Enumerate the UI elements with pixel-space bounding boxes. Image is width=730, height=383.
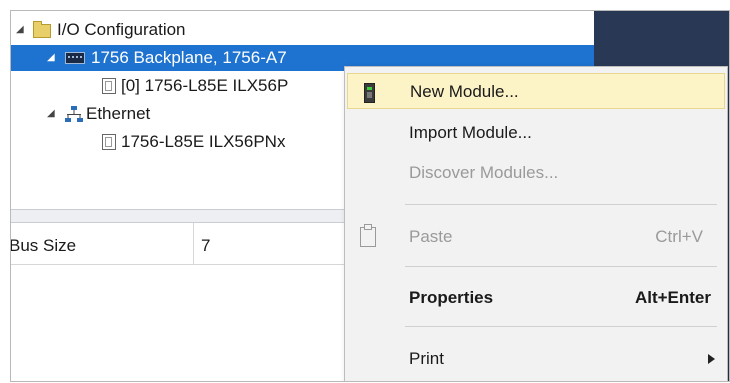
menu-item-label: Discover Modules... xyxy=(409,163,559,182)
menu-item-print[interactable]: Print xyxy=(347,341,725,377)
menu-item-shortcut: Alt+Enter xyxy=(634,288,711,307)
context-menu: New Module... Import Module... Discover … xyxy=(344,66,728,381)
menu-item-shortcut: Ctrl+V xyxy=(655,227,703,246)
menu-separator xyxy=(405,326,717,327)
tree-node-label: [0] 1756-L85E ILX56P xyxy=(121,76,289,95)
menu-item-label: Import Module... xyxy=(409,123,532,142)
expanded-triangle-icon[interactable]: ◢ xyxy=(47,45,55,71)
new-module-icon xyxy=(364,83,375,103)
menu-separator xyxy=(405,204,717,205)
menu-item-label: Print xyxy=(409,349,444,368)
menu-item-paste[interactable]: Paste Ctrl+V xyxy=(347,219,725,255)
tree-node-label: I/O Configuration xyxy=(57,20,186,39)
menu-separator xyxy=(405,266,717,267)
backplane-icon xyxy=(65,52,85,64)
property-value-bus-size[interactable]: 7 xyxy=(201,228,210,264)
folder-icon xyxy=(33,21,51,38)
paste-icon xyxy=(360,224,376,247)
menu-item-discover-modules[interactable]: Discover Modules... xyxy=(347,155,725,191)
tree-node-label: 1756 Backplane, 1756-A7 xyxy=(91,48,287,67)
ethernet-network-icon xyxy=(65,106,83,122)
menu-item-label: Paste xyxy=(409,227,453,246)
menu-item-properties[interactable]: Properties Alt+Enter xyxy=(347,280,725,316)
expanded-triangle-icon[interactable]: ◢ xyxy=(16,17,24,43)
tree-node-label: Ethernet xyxy=(86,104,151,123)
menu-item-label: New Module... xyxy=(410,82,519,101)
tree-node-io-configuration[interactable]: ◢ I/O Configuration xyxy=(11,17,594,43)
menu-item-new-module[interactable]: New Module... xyxy=(347,73,725,109)
module-icon xyxy=(102,134,116,150)
submenu-arrow-icon xyxy=(708,354,715,364)
app-window: ◢ I/O Configuration ◢ 1756 Backplane, 17… xyxy=(10,10,730,382)
menu-item-import-module[interactable]: Import Module... xyxy=(347,115,725,151)
tree-node-label: 1756-L85E ILX56PNx xyxy=(121,132,286,151)
expanded-triangle-icon[interactable]: ◢ xyxy=(47,101,55,127)
property-name-bus-size: Bus Size xyxy=(10,236,77,255)
module-icon xyxy=(102,78,116,94)
grid-column-divider xyxy=(193,223,194,265)
menu-item-label: Properties xyxy=(409,288,494,307)
